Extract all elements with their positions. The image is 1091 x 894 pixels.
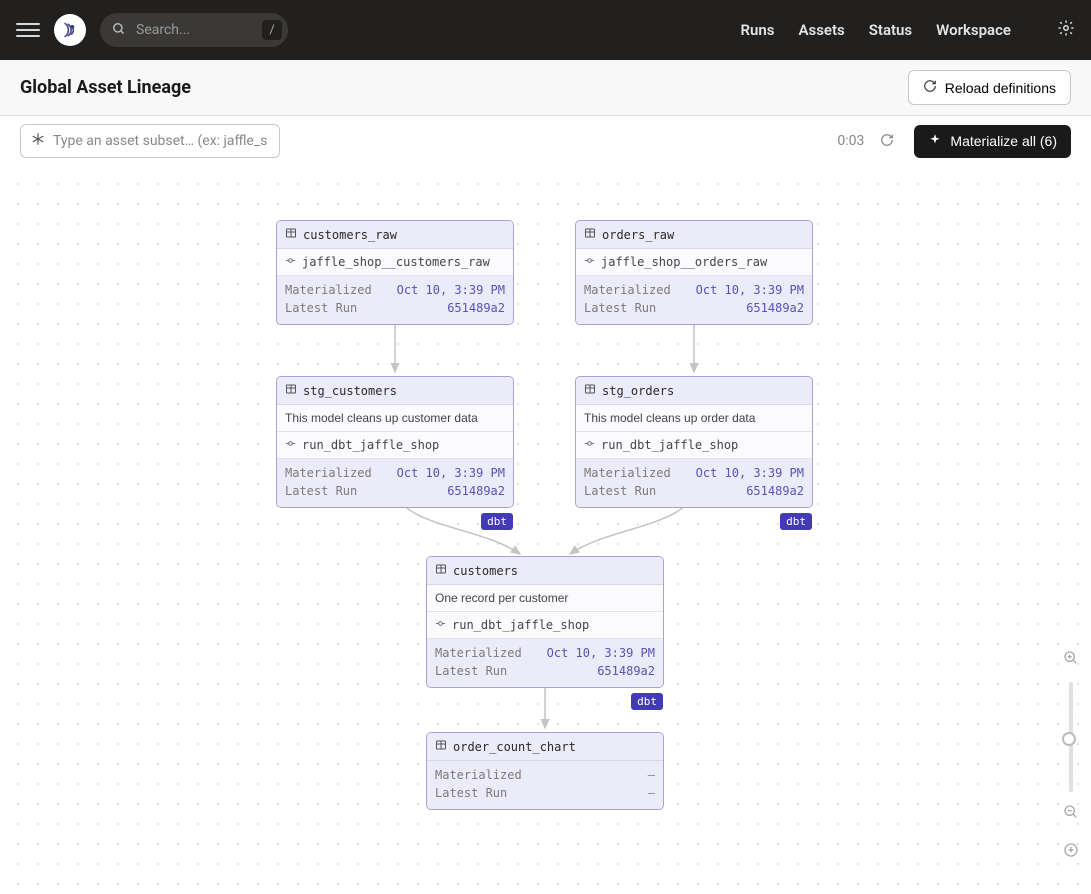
job-name: jaffle_shop__orders_raw — [601, 255, 767, 269]
download-icon[interactable] — [1063, 842, 1079, 862]
subset-placeholder: Type an asset subset… (ex: jaffle_s — [53, 133, 267, 149]
zoom-in-icon[interactable] — [1063, 650, 1079, 670]
job-name: run_dbt_jaffle_shop — [302, 438, 439, 452]
reload-definitions-button[interactable]: Reload definitions — [908, 70, 1071, 105]
materialized-value: Oct 10, 3:39 PM — [547, 644, 655, 662]
node-name: customers — [453, 564, 518, 578]
table-icon — [584, 227, 596, 242]
gear-icon[interactable] — [1057, 19, 1075, 41]
materialized-value: Oct 10, 3:39 PM — [696, 281, 804, 299]
commit-icon — [584, 438, 595, 452]
latest-run-value: – — [648, 784, 655, 802]
latest-run-label: Latest Run — [285, 299, 357, 317]
search-icon — [112, 21, 126, 40]
asset-node-order-count-chart[interactable]: order_count_chart Materialized – Latest R… — [426, 732, 664, 810]
reload-icon — [923, 79, 937, 96]
latest-run-label: Latest Run — [584, 299, 656, 317]
materialized-value: Oct 10, 3:39 PM — [397, 281, 505, 299]
search-shortcut-key: / — [262, 20, 282, 40]
latest-run-value: 651489a2 — [746, 482, 804, 500]
timer: 0:03 — [837, 133, 864, 149]
asset-node-customers[interactable]: customers One record per customer run_db… — [426, 556, 664, 688]
refresh-icon[interactable] — [880, 132, 894, 151]
asset-node-orders-raw[interactable]: orders_raw jaffle_shop__orders_raw Mater… — [575, 220, 813, 325]
job-name: run_dbt_jaffle_shop — [601, 438, 738, 452]
materialized-label: Materialized — [285, 464, 372, 482]
materialized-value: Oct 10, 3:39 PM — [397, 464, 505, 482]
latest-run-value: 651489a2 — [746, 299, 804, 317]
latest-run-value: 651489a2 — [447, 299, 505, 317]
lineage-canvas[interactable]: customers_raw jaffle_shop__customers_raw… — [0, 166, 1091, 894]
asset-subset-input[interactable]: Type an asset subset… (ex: jaffle_s — [20, 124, 280, 158]
table-icon — [435, 563, 447, 578]
subbar: Global Asset Lineage Reload definitions — [0, 60, 1091, 116]
node-desc: One record per customer — [427, 585, 663, 612]
materialized-value: – — [648, 766, 655, 784]
materialized-value: Oct 10, 3:39 PM — [696, 464, 804, 482]
job-name: jaffle_shop__customers_raw — [302, 255, 490, 269]
search-input[interactable]: Search... / — [100, 13, 288, 47]
toolbar: Type an asset subset… (ex: jaffle_s 0:03… — [0, 116, 1091, 166]
latest-run-value: 651489a2 — [447, 482, 505, 500]
search-placeholder: Search... — [136, 22, 262, 38]
latest-run-label: Latest Run — [285, 482, 357, 500]
table-icon — [285, 383, 297, 398]
nav-assets[interactable]: Assets — [799, 21, 845, 39]
commit-icon — [435, 618, 446, 632]
materialize-all-button[interactable]: Materialize all (6) — [914, 125, 1071, 158]
reload-label: Reload definitions — [945, 80, 1056, 96]
node-name: order_count_chart — [453, 740, 576, 754]
node-desc: This model cleans up order data — [576, 405, 812, 432]
commit-icon — [285, 438, 296, 452]
commit-icon — [285, 255, 296, 269]
latest-run-label: Latest Run — [435, 662, 507, 680]
materialized-label: Materialized — [435, 766, 522, 784]
zoom-slider[interactable] — [1069, 682, 1073, 792]
latest-run-label: Latest Run — [584, 482, 656, 500]
nav: Runs Assets Status Workspace — [741, 19, 1076, 41]
materialized-label: Materialized — [435, 644, 522, 662]
table-icon — [435, 739, 447, 754]
node-name: orders_raw — [602, 228, 674, 242]
logo[interactable] — [54, 14, 86, 46]
dbt-tag: dbt — [780, 513, 812, 530]
asset-node-stg-orders[interactable]: stg_orders This model cleans up order da… — [575, 376, 813, 508]
job-name: run_dbt_jaffle_shop — [452, 618, 589, 632]
nav-status[interactable]: Status — [869, 21, 912, 39]
latest-run-label: Latest Run — [435, 784, 507, 802]
zoom-thumb[interactable] — [1062, 732, 1076, 746]
menu-button[interactable] — [16, 18, 40, 42]
zoom-out-icon[interactable] — [1063, 804, 1079, 824]
topbar: Search... / Runs Assets Status Workspace — [0, 0, 1091, 60]
asset-node-customers-raw[interactable]: customers_raw jaffle_shop__customers_raw… — [276, 220, 514, 325]
dbt-tag: dbt — [481, 513, 513, 530]
table-icon — [584, 383, 596, 398]
materialized-label: Materialized — [584, 281, 671, 299]
zoom-controls — [1061, 646, 1081, 866]
node-name: stg_orders — [602, 384, 674, 398]
table-icon — [285, 227, 297, 242]
node-name: customers_raw — [303, 228, 397, 242]
node-desc: This model cleans up customer data — [277, 405, 513, 432]
nav-runs[interactable]: Runs — [741, 21, 775, 39]
dbt-tag: dbt — [631, 693, 663, 710]
latest-run-value: 651489a2 — [597, 662, 655, 680]
materialize-label: Materialize all (6) — [950, 133, 1057, 149]
materialized-label: Materialized — [584, 464, 671, 482]
subset-icon — [31, 132, 45, 150]
node-name: stg_customers — [303, 384, 397, 398]
sparkle-icon — [928, 133, 942, 150]
page-title: Global Asset Lineage — [20, 77, 191, 98]
asset-node-stg-customers[interactable]: stg_customers This model cleans up custo… — [276, 376, 514, 508]
nav-workspace[interactable]: Workspace — [936, 21, 1011, 39]
materialized-label: Materialized — [285, 281, 372, 299]
commit-icon — [584, 255, 595, 269]
